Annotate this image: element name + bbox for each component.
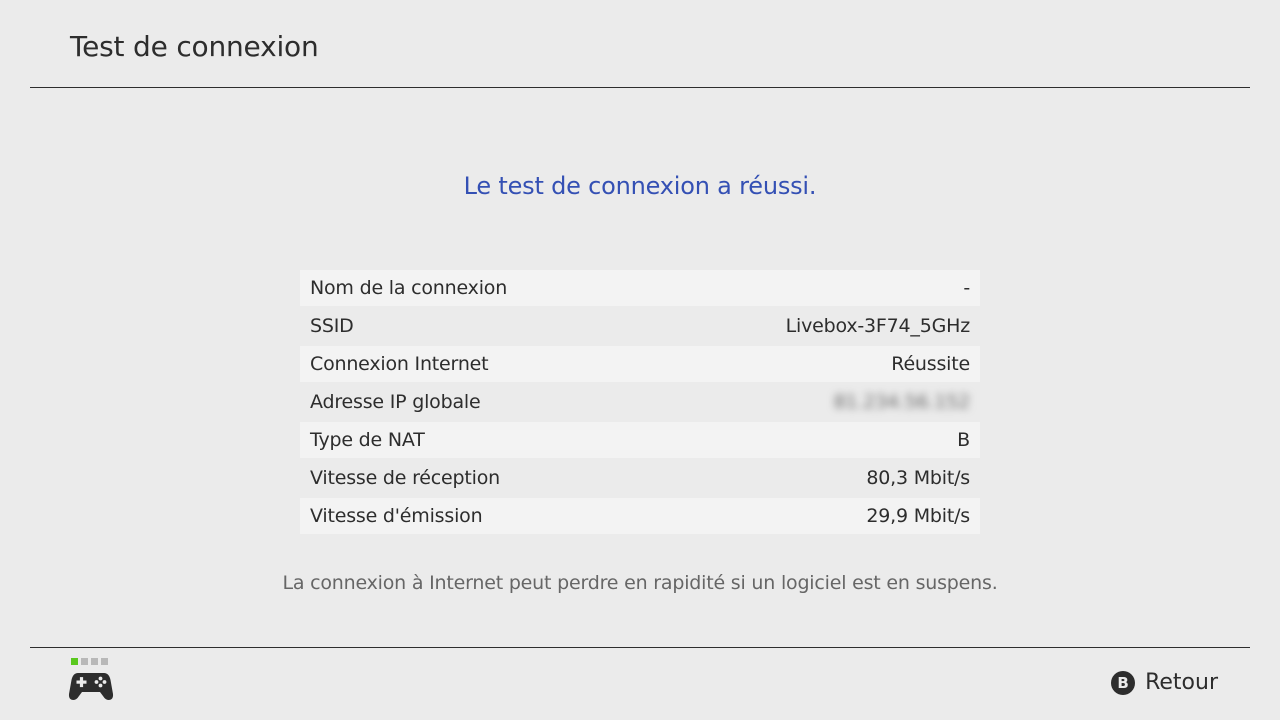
info-label: Nom de la connexion [310,277,508,299]
test-result-message: Le test de connexion a réussi. [463,172,817,200]
info-value: 80,3 Mbit/s [866,467,970,489]
player-dot [101,658,108,665]
info-label: SSID [310,315,354,337]
player-dot [81,658,88,665]
connection-info-table: Nom de la connexion - SSID Livebox-3F74_… [300,270,980,536]
b-button-icon: B [1111,670,1136,695]
info-label: Vitesse d'émission [310,505,483,527]
info-value-blurred-ip: 81.234.56.152 [833,391,971,413]
info-row-ssid: SSID Livebox-3F74_5GHz [300,308,980,344]
controller-status [68,658,116,708]
info-value: - [963,277,970,299]
back-label: Retour [1145,670,1218,695]
gamepad-icon [68,673,114,700]
info-row-nat-type: Type de NAT B [300,422,980,458]
info-label: Type de NAT [310,429,425,451]
back-button[interactable]: B Retour [1111,670,1218,695]
info-row-connection-name: Nom de la connexion - [300,270,980,306]
page-title: Test de connexion [70,30,319,63]
info-label: Adresse IP globale [310,391,481,413]
info-label: Connexion Internet [310,353,489,375]
info-row-internet-connection: Connexion Internet Réussite [300,346,980,382]
player-indicator [71,658,116,665]
info-row-download-speed: Vitesse de réception 80,3 Mbit/s [300,460,980,496]
info-label: Vitesse de réception [310,467,500,489]
info-value: Livebox-3F74_5GHz [785,315,971,337]
info-value: Réussite [891,353,970,375]
info-row-global-ip: Adresse IP globale 81.234.56.152 [300,384,980,420]
info-value: B [957,429,970,451]
footer-divider [30,647,1250,648]
footnote: La connexion à Internet peut perdre en r… [282,572,998,594]
info-row-upload-speed: Vitesse d'émission 29,9 Mbit/s [300,498,980,534]
info-value: 29,9 Mbit/s [866,505,970,527]
player-dot [91,658,98,665]
header-divider [30,87,1250,88]
player-dot-active [71,658,78,665]
